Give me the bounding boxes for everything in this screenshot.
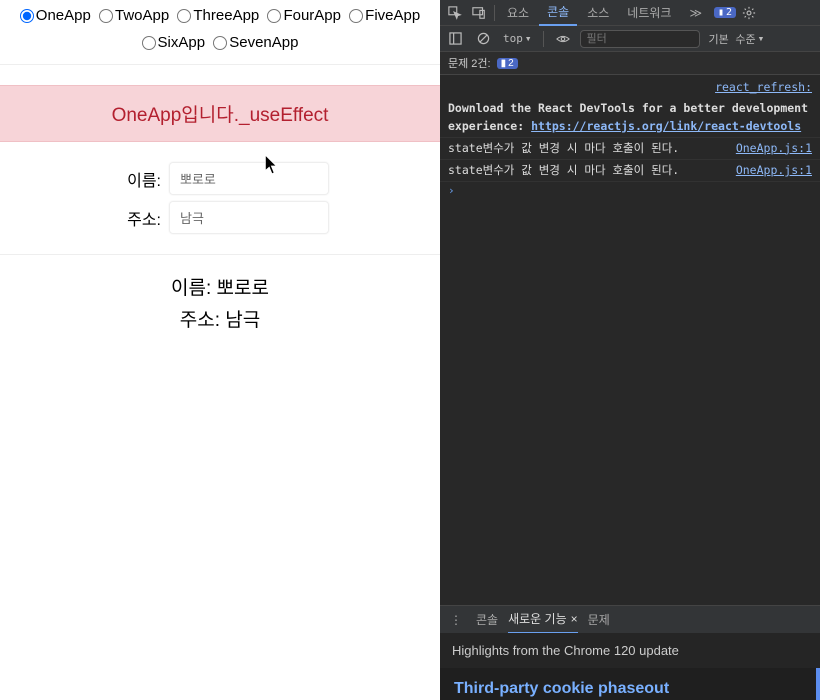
devtools-link[interactable]: https://reactjs.org/link/react-devtools xyxy=(531,119,801,133)
drawer-console[interactable]: 콘솔 xyxy=(476,611,498,628)
radio-sevenapp[interactable]: SevenApp xyxy=(213,31,298,55)
eye-icon[interactable] xyxy=(552,28,574,50)
tab-console[interactable]: 콘솔 xyxy=(539,0,577,26)
gear-icon[interactable] xyxy=(738,2,760,24)
app-selector: OneApp TwoApp ThreeApp FourApp FiveApp S… xyxy=(0,0,440,65)
device-icon[interactable] xyxy=(468,2,490,24)
app-viewport: OneApp TwoApp ThreeApp FourApp FiveApp S… xyxy=(0,0,440,700)
drawer-whatsnew[interactable]: 새로운 기능 × xyxy=(508,606,578,634)
sidebar-toggle-icon[interactable] xyxy=(444,28,466,50)
drawer-issues[interactable]: 문제 xyxy=(588,611,610,628)
tab-network[interactable]: 네트워크 xyxy=(619,0,679,26)
kebab-icon[interactable]: ⋮ xyxy=(446,613,466,627)
display-addr: 주소: 남극 xyxy=(0,305,440,337)
form-area: 이름: 주소: xyxy=(0,142,440,255)
name-input[interactable] xyxy=(169,162,329,195)
display-name: 이름: 뽀로로 xyxy=(0,273,440,305)
source-link[interactable]: OneApp.js:1 xyxy=(730,162,812,179)
page-title-banner: OneApp입니다._useEffect xyxy=(0,85,440,142)
log-levels[interactable]: 기본 수준 ▾ xyxy=(706,31,768,47)
devtools-topbar: 요소 콘솔 소스 네트워크 ≫ ▮ 2 xyxy=(440,0,820,26)
drawer-tabs: ⋮ 콘솔 새로운 기능 × 문제 xyxy=(440,605,820,633)
whatsnew-headline[interactable]: Third-party cookie phaseout xyxy=(440,668,820,700)
inspect-icon[interactable] xyxy=(444,2,466,24)
close-icon[interactable]: × xyxy=(571,612,578,626)
radio-threeapp[interactable]: ThreeApp xyxy=(177,4,259,28)
devtools-panel: 요소 콘솔 소스 네트워크 ≫ ▮ 2 top ▾ 기본 수준 ▾ 문제 2건:… xyxy=(440,0,820,700)
radio-sixapp[interactable]: SixApp xyxy=(142,31,206,55)
addr-label: 주소: xyxy=(111,206,161,230)
log-react-refresh: react_refresh: xyxy=(440,77,820,98)
filter-input[interactable] xyxy=(580,30,700,48)
clear-console-icon[interactable] xyxy=(472,28,494,50)
log-state-1: state변수가 값 변경 시 마다 호출이 된다. OneApp.js:1 xyxy=(440,138,820,160)
log-devtools-hint: Download the React DevTools for a better… xyxy=(440,98,820,138)
issues-line[interactable]: 문제 2건: ▮ 2 xyxy=(440,52,820,75)
issues-badge[interactable]: ▮ 2 xyxy=(714,7,736,18)
tab-sources[interactable]: 소스 xyxy=(579,0,617,26)
context-selector[interactable]: top ▾ xyxy=(500,32,535,45)
radio-fiveapp[interactable]: FiveApp xyxy=(349,4,420,28)
addr-input[interactable] xyxy=(169,201,329,234)
console-body: react_refresh: Download the React DevToo… xyxy=(440,75,820,605)
whatsnew-highlights: Highlights from the Chrome 120 update xyxy=(440,633,820,668)
log-state-2: state변수가 값 변경 시 마다 호출이 된다. OneApp.js:1 xyxy=(440,160,820,182)
radio-oneapp[interactable]: OneApp xyxy=(20,4,91,28)
radio-fourapp[interactable]: FourApp xyxy=(267,4,341,28)
console-prompt[interactable]: › xyxy=(440,182,820,199)
display-area: 이름: 뽀로로 주소: 남극 xyxy=(0,255,440,356)
tab-elements[interactable]: 요소 xyxy=(499,0,537,26)
radio-twoapp[interactable]: TwoApp xyxy=(99,4,169,28)
name-label: 이름: xyxy=(111,167,161,191)
console-toolbar: top ▾ 기본 수준 ▾ xyxy=(440,26,820,52)
tab-more[interactable]: ≫ xyxy=(681,0,710,26)
source-link[interactable]: OneApp.js:1 xyxy=(730,140,812,157)
